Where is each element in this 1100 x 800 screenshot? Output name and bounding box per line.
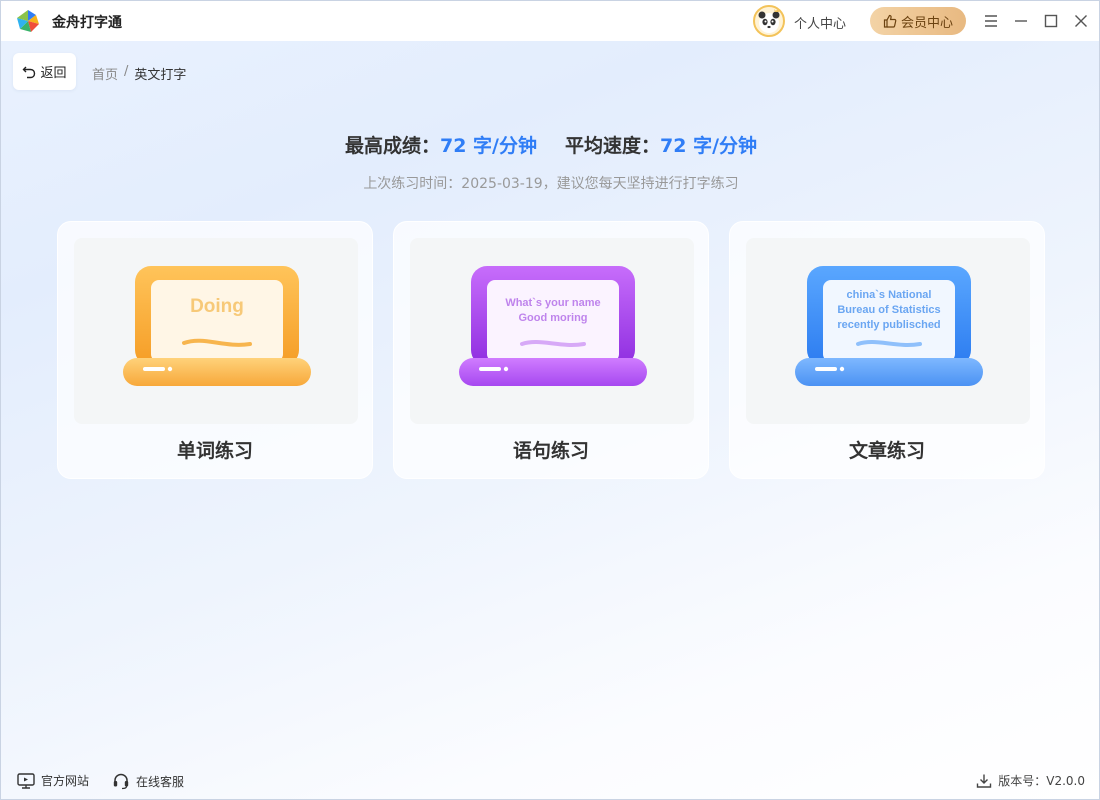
article-practice-label: 文章练习 bbox=[848, 440, 925, 462]
user-avatar[interactable] bbox=[753, 5, 785, 37]
panda-avatar-icon bbox=[758, 8, 780, 33]
word-practice-illustration: Doing bbox=[74, 238, 358, 424]
official-website-label: 官方网站 bbox=[41, 774, 90, 788]
typing-stats: 最高成绩：72 字/分钟 平均速度：72 字/分钟 bbox=[1, 131, 1099, 158]
maximize-icon[interactable] bbox=[1041, 11, 1061, 31]
laptop-blue-icon bbox=[795, 266, 983, 386]
article-screen-line-1: china`s National bbox=[846, 289, 932, 301]
back-button[interactable]: 返回 bbox=[13, 53, 76, 90]
close-icon[interactable] bbox=[1071, 11, 1091, 31]
average-speed-value: 72 字/分钟 bbox=[660, 135, 758, 157]
headset-icon bbox=[113, 773, 129, 790]
thumbs-up-icon bbox=[883, 14, 897, 28]
laptop-purple-icon bbox=[459, 266, 647, 386]
vip-center-button[interactable]: 会员中心 bbox=[870, 7, 966, 35]
breadcrumb-current: 英文打字 bbox=[134, 68, 187, 83]
minimize-icon[interactable] bbox=[1011, 11, 1031, 31]
menu-icon[interactable] bbox=[981, 11, 1001, 31]
back-arrow-icon bbox=[22, 66, 36, 78]
article-practice-illustration: china`s National Bureau of Statistics re… bbox=[746, 238, 1030, 424]
official-website-link[interactable]: 官方网站 bbox=[17, 772, 89, 789]
last-practice-note: 上次练习时间：2025-03-19，建议您每天坚持进行打字练习 bbox=[363, 176, 739, 192]
laptop-orange-icon bbox=[123, 266, 311, 386]
version-label: 版本号：V2.0.0 bbox=[998, 774, 1085, 788]
online-service-link[interactable]: 在线客服 bbox=[112, 772, 184, 790]
sentence-screen-line-2: Good moring bbox=[518, 312, 588, 324]
breadcrumb-separator: / bbox=[124, 64, 129, 79]
version-info[interactable]: 版本号：V2.0.0 bbox=[976, 772, 1085, 789]
sentence-practice-label: 语句练习 bbox=[512, 440, 589, 462]
article-screen-line-2: Bureau of Statistics bbox=[837, 304, 941, 316]
breadcrumb-home[interactable]: 首页 bbox=[92, 64, 118, 83]
breadcrumb: 首页 / 英文打字 bbox=[92, 64, 186, 83]
vip-center-label: 会员中心 bbox=[900, 15, 953, 31]
average-speed-label: 平均速度： bbox=[565, 135, 661, 157]
article-screen-line-3: recently publisched bbox=[837, 319, 941, 331]
sentence-practice-card[interactable]: What`s your name Good moring 语句练习 bbox=[393, 221, 709, 479]
app-window: 金舟打字通 个人中心 会员中心 返回 首页 / 英文打字 最高成绩：72 字/分… bbox=[0, 0, 1100, 800]
title-bar: 金舟打字通 个人中心 会员中心 bbox=[1, 1, 1099, 41]
app-logo-icon bbox=[15, 8, 41, 34]
app-title: 金舟打字通 bbox=[52, 15, 122, 31]
article-practice-card[interactable]: china`s National Bureau of Statistics re… bbox=[729, 221, 1045, 479]
online-service-label: 在线客服 bbox=[136, 774, 185, 789]
profile-center-link[interactable]: 个人中心 bbox=[794, 13, 846, 32]
word-screen-text: Doing bbox=[190, 296, 244, 317]
sentence-practice-illustration: What`s your name Good moring bbox=[410, 238, 694, 424]
sentence-screen-line-1: What`s your name bbox=[505, 297, 601, 309]
word-practice-card[interactable]: Doing 单词练习 bbox=[57, 221, 373, 479]
best-score-label: 最高成绩： bbox=[344, 135, 440, 157]
best-score-value: 72 字/分钟 bbox=[440, 135, 537, 157]
download-icon bbox=[977, 774, 992, 788]
back-label: 返回 bbox=[40, 66, 67, 81]
monitor-icon bbox=[17, 772, 35, 789]
word-practice-label: 单词练习 bbox=[176, 440, 253, 462]
